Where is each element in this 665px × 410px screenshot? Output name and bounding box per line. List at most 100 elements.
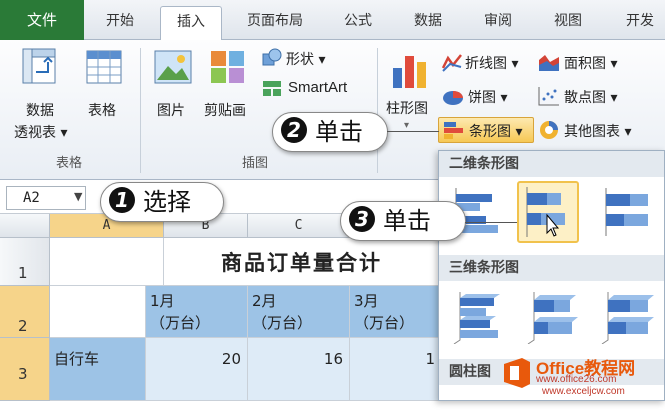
pie-chart-icon xyxy=(443,91,463,105)
cell-a1[interactable] xyxy=(50,238,164,286)
header-cell-jan[interactable]: 1月 （万台） xyxy=(146,286,248,338)
percent-stacked-bar-icon xyxy=(605,188,648,236)
select-all-corner[interactable] xyxy=(0,214,50,238)
value-cell-mar[interactable]: 1 xyxy=(350,338,440,401)
office-logo-icon xyxy=(504,358,530,388)
tab-view[interactable]: 视图 xyxy=(540,6,596,40)
step-number-3: 3 xyxy=(349,206,375,232)
pie-chart-label: 饼图 ▾ xyxy=(468,90,508,106)
step-number-2: 2 xyxy=(281,117,307,143)
step-number-1: 1 xyxy=(109,187,135,213)
bar-chart-label: 条形图 ▾ xyxy=(469,124,523,140)
clipart-button[interactable] xyxy=(210,50,246,84)
column-chart-icon xyxy=(393,56,426,88)
header-month-label: 1月 xyxy=(150,292,175,310)
group-separator xyxy=(377,48,378,173)
tab-review[interactable]: 审阅 xyxy=(470,6,526,40)
3d-clustered-bar-icon xyxy=(453,292,500,345)
shapes-label: 形状 ▾ xyxy=(286,52,326,68)
smartart-icon xyxy=(263,81,281,96)
bar-chart-button[interactable]: 条形图 ▾ xyxy=(438,117,534,143)
bar-chart-icon xyxy=(444,122,463,139)
clipart-label: 剪贴画 xyxy=(204,103,246,119)
tab-formulas[interactable]: 公式 xyxy=(330,6,386,40)
pivot-table-button[interactable] xyxy=(22,48,56,84)
callout-text-2: 单击 xyxy=(315,118,363,146)
smartart-button[interactable]: SmartArt xyxy=(262,78,377,100)
line-chart-label: 折线图 ▾ xyxy=(465,56,519,72)
header-unit-label: （万台） xyxy=(252,314,313,332)
namebox-dropdown-icon[interactable]: ▼ xyxy=(74,190,82,203)
picture-label: 图片 xyxy=(157,103,185,119)
header-unit-label: （万台） xyxy=(354,314,415,332)
header-cell-feb[interactable]: 2月 （万台） xyxy=(248,286,350,338)
3d-clustered-bar-option[interactable] xyxy=(449,287,507,345)
picture-icon xyxy=(154,50,192,84)
shapes-button[interactable]: 形状 ▾ xyxy=(262,48,377,70)
pivot-table-label-2: 透视表 ▾ xyxy=(14,125,68,141)
area-chart-icon xyxy=(539,55,559,71)
callout-text-1: 选择 xyxy=(143,188,191,216)
3d-percent-stacked-bar-icon xyxy=(601,292,654,345)
3d-stacked-bar-option[interactable] xyxy=(523,287,581,345)
watermark-url-2: www.exceljcw.com xyxy=(542,386,625,397)
picture-button[interactable] xyxy=(154,50,192,84)
header-month-label: 3月 xyxy=(354,292,379,310)
ribbon-tab-bar: 文件 开始 插入 页面布局 公式 数据 审阅 视图 开发 xyxy=(0,0,665,41)
group-label-tables: 表格 xyxy=(56,156,83,171)
row-header-2[interactable]: 2 xyxy=(0,286,50,338)
row-label-cell[interactable]: 自行车 xyxy=(50,338,146,401)
row-header-3[interactable]: 3 xyxy=(0,338,50,401)
group-separator xyxy=(140,48,141,173)
value-cell-jan[interactable]: 20 xyxy=(146,338,248,401)
percent-stacked-bar-option[interactable] xyxy=(597,183,655,241)
stacked-bar-option[interactable] xyxy=(517,181,579,243)
area-chart-label: 面积图 ▾ xyxy=(564,56,618,72)
tab-page-layout[interactable]: 页面布局 xyxy=(232,6,318,40)
tab-insert[interactable]: 插入 xyxy=(160,6,222,41)
scatter-chart-button[interactable]: 散点图 ▾ xyxy=(538,86,638,108)
callout-step-1: 1 选择 xyxy=(100,182,224,222)
tab-data[interactable]: 数据 xyxy=(400,6,456,40)
row-header-1[interactable]: 1 xyxy=(0,238,50,286)
header-cell-mar[interactable]: 3月 （万台） xyxy=(350,286,440,338)
group-label-illustrations: 插图 xyxy=(242,156,269,171)
line-chart-button[interactable]: 折线图 ▾ xyxy=(442,52,534,74)
line-chart-icon xyxy=(442,54,462,72)
callout-step-2: 2 单击 xyxy=(272,112,388,152)
column-header-c[interactable]: C xyxy=(248,214,350,238)
section-header-3d-bar: 三维条形图 xyxy=(439,255,664,281)
chevron-down-icon[interactable]: ▾ xyxy=(404,120,409,131)
value-cell-feb[interactable]: 16 xyxy=(248,338,350,401)
clipart-icon xyxy=(211,51,244,83)
other-charts-icon xyxy=(540,121,558,139)
table-label: 表格 xyxy=(88,103,116,119)
column-chart-button[interactable] xyxy=(390,50,430,90)
tab-home[interactable]: 开始 xyxy=(90,6,150,40)
smartart-label: SmartArt xyxy=(288,79,348,96)
3d-percent-stacked-bar-option[interactable] xyxy=(597,287,655,345)
callout-leader-line-2 xyxy=(387,131,439,132)
3d-stacked-bar-icon xyxy=(527,292,578,345)
pivot-table-label: 数据 xyxy=(26,103,54,119)
pivot-table-icon xyxy=(22,48,56,84)
table-button[interactable] xyxy=(86,50,122,84)
header-unit-label: （万台） xyxy=(150,314,211,332)
tab-developer[interactable]: 开发 xyxy=(612,6,665,40)
header-month-label: 2月 xyxy=(252,292,277,310)
watermark-url-1: www.office26.com xyxy=(536,374,617,385)
office-logo-watermark: Office教程网 www.office26.com www.exceljcw.… xyxy=(500,352,662,398)
scatter-chart-icon xyxy=(538,87,559,106)
pie-chart-button[interactable]: 饼图 ▾ xyxy=(442,86,534,108)
table-icon xyxy=(86,50,122,84)
sheet-title-cell[interactable]: 商品订单量合计 xyxy=(164,238,440,286)
stacked-bar-icon xyxy=(526,187,565,237)
callout-leader-line-3 xyxy=(465,222,517,223)
section-header-2d-bar: 二维条形图 xyxy=(439,151,664,177)
cell-a2[interactable] xyxy=(50,286,146,338)
area-chart-button[interactable]: 面积图 ▾ xyxy=(538,52,638,74)
other-charts-button[interactable]: 其他图表 ▾ xyxy=(538,120,650,142)
other-charts-label: 其他图表 ▾ xyxy=(564,124,632,140)
callout-text-3: 单击 xyxy=(383,207,431,235)
tab-file[interactable]: 文件 xyxy=(0,0,84,40)
